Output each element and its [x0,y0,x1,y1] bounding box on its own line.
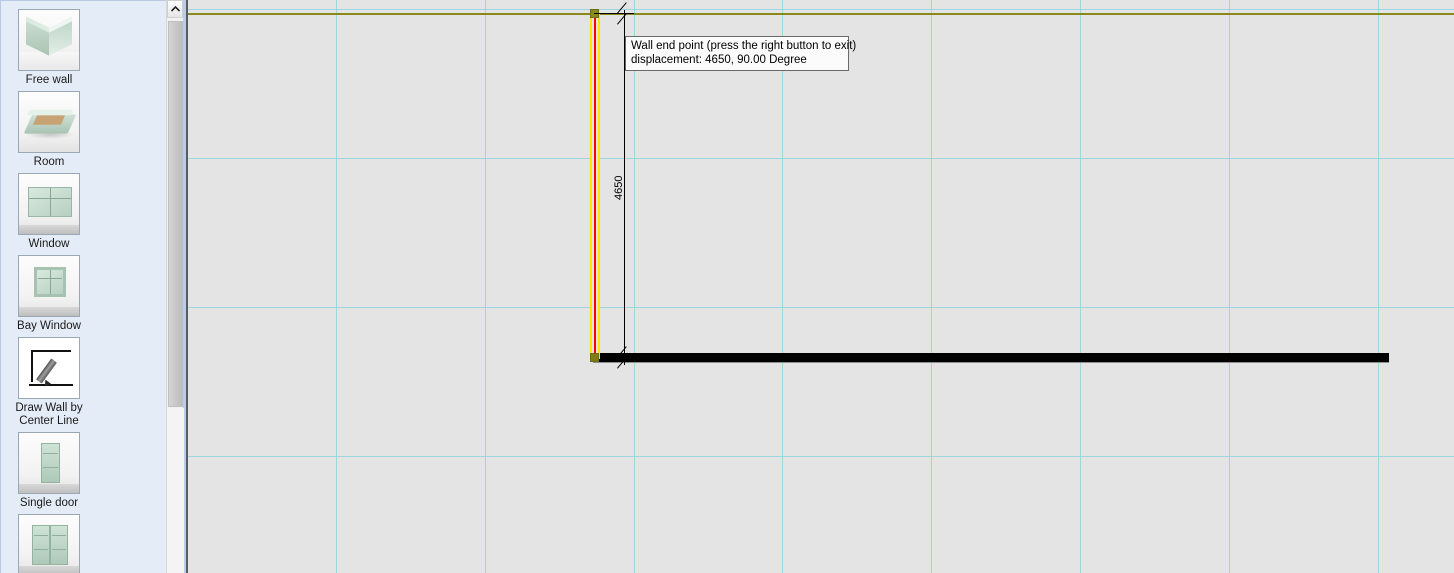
bay-window-icon [18,255,80,317]
tool-item-single-door[interactable]: Single door [9,432,89,510]
tool-label: Free wall [25,74,73,86]
scrollbar-thumb[interactable] [168,21,183,407]
grid-line-horizontal [188,456,1454,457]
grid-line-vertical [931,0,932,573]
tool-grid: Free wall Room Window Bay Window Draw Wa… [1,3,166,573]
draw-wall-center-line-icon [18,337,80,399]
grid-line-horizontal [188,307,1454,308]
scrollbar-track[interactable] [167,408,184,573]
grid-line-vertical [485,0,486,573]
wall-endpoint-node-bottom[interactable] [590,353,599,362]
dimension-value-label: 4650 [613,175,625,200]
application-window: Free wall Room Window Bay Window Draw Wa… [0,0,1454,573]
tool-label: Room [33,156,65,168]
grid-line-vertical [1080,0,1081,573]
grid-line-horizontal [188,9,1454,10]
tool-item-room[interactable]: Room [9,91,89,169]
tool-panel-scrollbar[interactable] [166,0,184,573]
alignment-guide-line [188,13,1454,15]
chevron-up-icon [170,6,180,12]
tool-label: Bay Window [17,320,81,332]
wall-tooltip: Wall end point (press the right button t… [625,36,857,71]
double-door-icon [18,514,80,573]
tool-item-double-door[interactable]: Double door [9,514,89,573]
free-wall-icon [18,9,80,71]
tool-label: Draw Wall by Center Line [15,402,83,427]
tool-item-free-wall[interactable]: Free wall [9,9,89,87]
tool-item-draw-wall-by-center-line[interactable]: Draw Wall by Center Line [9,337,89,428]
scroll-up-button[interactable] [167,0,183,18]
tool-panel: Free wall Room Window Bay Window Draw Wa… [0,0,166,573]
dimension-extension-top [594,13,634,14]
window-icon [18,173,80,235]
grid-line-vertical [1378,0,1379,573]
tool-label: Window [28,238,70,250]
room-icon [18,91,80,153]
single-door-icon [18,432,80,494]
tooltip-line-1: Wall end point (press the right button t… [631,40,857,52]
floor-plan-canvas[interactable]: 4650 Wall end point (press the right but… [188,0,1454,573]
grid-line-vertical [634,0,635,573]
tool-item-window[interactable]: Window [9,173,89,251]
tool-item-bay-window[interactable]: Bay Window [9,255,89,333]
tool-label: Single door [19,497,79,509]
grid-line-vertical [336,0,337,573]
tooltip-line-2: displacement: 4650, 90.00 Degree [631,54,807,66]
grid-line-vertical [782,0,783,573]
grid-line-vertical [1229,0,1230,573]
grid-line-horizontal [188,158,1454,159]
wall-segment-active[interactable] [590,14,600,359]
wall-segment-horizontal[interactable] [593,353,1389,362]
